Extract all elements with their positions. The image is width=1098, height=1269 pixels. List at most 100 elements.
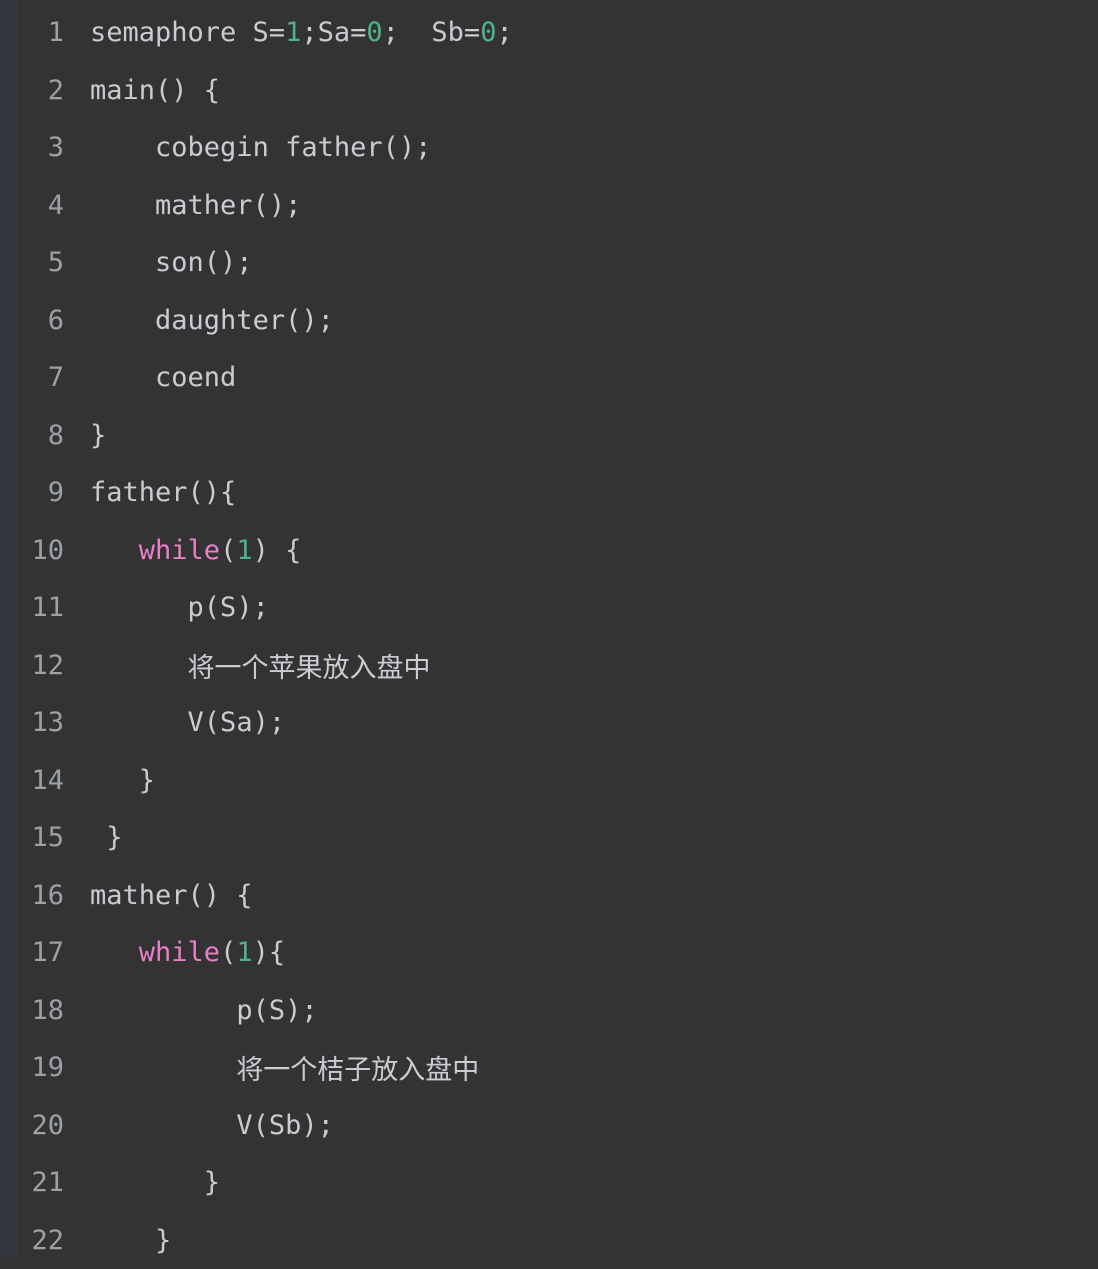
token-plain: cobegin father(); xyxy=(155,132,431,163)
code-line[interactable]: 20 V(Sb); xyxy=(0,1097,1098,1155)
token-plain: } xyxy=(155,1225,171,1256)
token-plain: mather() { xyxy=(90,880,253,911)
line-number: 12 xyxy=(0,650,64,681)
code-line[interactable]: 4 mather(); xyxy=(0,177,1098,235)
line-code[interactable]: p(S); xyxy=(64,995,318,1026)
token-plain: coend xyxy=(155,362,236,393)
code-line[interactable]: 7 coend xyxy=(0,349,1098,407)
line-number: 17 xyxy=(0,937,64,968)
code-line[interactable]: 14 } xyxy=(0,752,1098,810)
line-code[interactable]: cobegin father(); xyxy=(64,132,431,163)
token-plain: } xyxy=(139,765,155,796)
line-number: 11 xyxy=(0,592,64,623)
token-plain: V(Sa); xyxy=(188,707,286,738)
code-line[interactable]: 17 while(1){ xyxy=(0,924,1098,982)
token-plain: } xyxy=(204,1167,220,1198)
line-number: 22 xyxy=(0,1225,64,1256)
token-cjk: 将一个苹果放入盘中 xyxy=(188,653,431,684)
line-number: 8 xyxy=(0,420,64,451)
line-code[interactable]: } xyxy=(64,822,123,853)
line-number: 7 xyxy=(0,362,64,393)
line-indent xyxy=(90,822,106,853)
code-line[interactable]: 2 main() { xyxy=(0,62,1098,120)
line-code[interactable]: son(); xyxy=(64,247,253,278)
line-code[interactable]: mather() { xyxy=(64,880,253,911)
code-line[interactable]: 10 while(1) { xyxy=(0,522,1098,580)
code-line[interactable]: 8} xyxy=(0,407,1098,465)
line-indent xyxy=(90,1055,236,1086)
code-line[interactable]: 11 p(S); xyxy=(0,579,1098,637)
line-indent xyxy=(90,132,155,163)
line-number: 3 xyxy=(0,132,64,163)
line-code[interactable]: daughter(); xyxy=(64,305,334,336)
code-line[interactable]: 1semaphore S=1;Sa=0; Sb=0; xyxy=(0,4,1098,62)
line-code[interactable]: } xyxy=(64,420,106,451)
token-plain: ( xyxy=(220,937,236,968)
code-line[interactable]: 19 将一个桔子放入盘中 xyxy=(0,1039,1098,1097)
code-line[interactable]: 12 将一个苹果放入盘中 xyxy=(0,637,1098,695)
token-plain: V(Sb); xyxy=(236,1110,334,1141)
token-plain: ; xyxy=(496,17,512,48)
line-number: 18 xyxy=(0,995,64,1026)
line-code[interactable]: coend xyxy=(64,362,236,393)
code-line[interactable]: 21 } xyxy=(0,1154,1098,1212)
line-code[interactable]: semaphore S=1;Sa=0; Sb=0; xyxy=(64,17,513,48)
line-number: 15 xyxy=(0,822,64,853)
code-line[interactable]: 18 p(S); xyxy=(0,982,1098,1040)
line-code[interactable]: V(Sa); xyxy=(64,707,285,738)
token-number: 0 xyxy=(480,17,496,48)
line-number: 21 xyxy=(0,1167,64,1198)
code-line[interactable]: 5 son(); xyxy=(0,234,1098,292)
line-indent xyxy=(90,1167,204,1198)
line-number: 1 xyxy=(0,17,64,48)
line-indent xyxy=(90,190,155,221)
token-number: 1 xyxy=(236,535,252,566)
code-line[interactable]: 6 daughter(); xyxy=(0,292,1098,350)
token-plain: ; Sb= xyxy=(383,17,481,48)
line-number: 13 xyxy=(0,707,64,738)
token-plain: main() { xyxy=(90,75,220,106)
token-plain: daughter(); xyxy=(155,305,334,336)
line-code[interactable]: } xyxy=(64,765,155,796)
line-code[interactable]: } xyxy=(64,1225,171,1256)
token-plain: ){ xyxy=(253,937,286,968)
line-code[interactable]: V(Sb); xyxy=(64,1110,334,1141)
token-plain: ) { xyxy=(253,535,302,566)
token-plain: p(S); xyxy=(236,995,317,1026)
line-number: 16 xyxy=(0,880,64,911)
line-indent xyxy=(90,535,139,566)
line-number: 4 xyxy=(0,190,64,221)
line-number: 5 xyxy=(0,247,64,278)
token-number: 1 xyxy=(285,17,301,48)
line-indent xyxy=(90,765,139,796)
line-indent xyxy=(90,995,236,1026)
code-line[interactable]: 15 } xyxy=(0,809,1098,867)
code-line[interactable]: 16 mather() { xyxy=(0,867,1098,925)
line-code[interactable]: while(1){ xyxy=(64,937,285,968)
code-line[interactable]: 3 cobegin father(); xyxy=(0,119,1098,177)
code-block: 1semaphore S=1;Sa=0; Sb=0;2main() {3 cob… xyxy=(0,0,1098,1257)
token-number: 1 xyxy=(236,937,252,968)
code-line[interactable]: 9father(){ xyxy=(0,464,1098,522)
code-line[interactable]: 22 } xyxy=(0,1212,1098,1269)
line-code[interactable]: while(1) { xyxy=(64,535,301,566)
code-line-list: 1semaphore S=1;Sa=0; Sb=0;2main() {3 cob… xyxy=(0,0,1098,1269)
code-line[interactable]: 13 V(Sa); xyxy=(0,694,1098,752)
token-cjk: 将一个桔子放入盘中 xyxy=(236,1055,479,1086)
token-plain: ;Sa= xyxy=(301,17,366,48)
line-number: 2 xyxy=(0,75,64,106)
line-code[interactable]: father(){ xyxy=(64,477,236,508)
line-code[interactable]: 将一个桔子放入盘中 xyxy=(64,1048,479,1087)
token-plain: son(); xyxy=(155,247,253,278)
line-number: 9 xyxy=(0,477,64,508)
token-number: 0 xyxy=(366,17,382,48)
line-code[interactable]: main() { xyxy=(64,75,220,106)
token-plain: ( xyxy=(220,535,236,566)
line-indent xyxy=(90,937,139,968)
line-number: 19 xyxy=(0,1052,64,1083)
line-code[interactable]: } xyxy=(64,1167,220,1198)
line-code[interactable]: p(S); xyxy=(64,592,269,623)
line-code[interactable]: 将一个苹果放入盘中 xyxy=(64,646,431,685)
line-indent xyxy=(90,1110,236,1141)
line-code[interactable]: mather(); xyxy=(64,190,301,221)
